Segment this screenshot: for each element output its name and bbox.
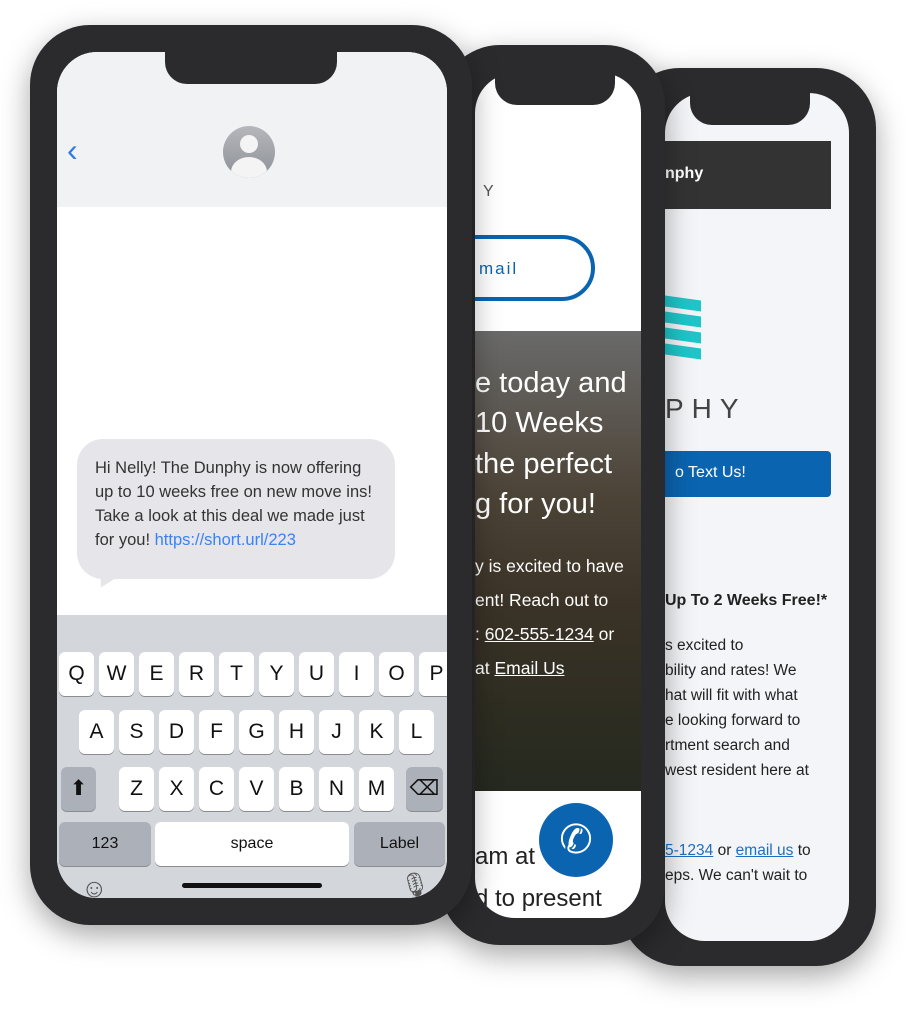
hero-banner: e today and 10 Weeks the perfect g for y… [475, 331, 641, 791]
dunphy-logo-icon [665, 295, 701, 362]
body-line: ent! Reach out to [475, 590, 609, 610]
key[interactable]: P [419, 652, 447, 696]
keyboard: ⬆ ⌫ 123 space Label ☺ 🎙 QWERTYUIOP ASDFGH… [57, 615, 447, 898]
key[interactable]: O [379, 652, 414, 696]
middle-phone: Y mail e today and 10 Weeks the perfect … [440, 45, 665, 945]
microphone-icon[interactable]: 🎙 [400, 871, 430, 898]
notch [165, 52, 337, 84]
hero-line: e today and [475, 367, 627, 399]
body-line: hat will fit with what [665, 687, 798, 704]
key[interactable]: W [99, 652, 134, 696]
middle-phone-screen: Y mail e today and 10 Weeks the perfect … [475, 73, 641, 918]
text: : [475, 624, 485, 644]
key[interactable]: F [199, 710, 234, 754]
key[interactable]: E [139, 652, 174, 696]
body-line: s excited to [665, 637, 744, 654]
email-link[interactable]: Email Us [494, 658, 564, 678]
space-key[interactable]: space [155, 822, 349, 866]
key[interactable]: D [159, 710, 194, 754]
text-us-button[interactable]: o Text Us! [665, 451, 831, 497]
emoji-icon[interactable]: ☺ [81, 873, 108, 898]
key[interactable]: A [79, 710, 114, 754]
key[interactable]: H [279, 710, 314, 754]
key[interactable]: Y [259, 652, 294, 696]
key[interactable]: T [219, 652, 254, 696]
key[interactable]: G [239, 710, 274, 754]
key[interactable]: J [319, 710, 354, 754]
contact-avatar-icon[interactable] [223, 126, 275, 178]
message-link[interactable]: https://short.url/223 [155, 531, 296, 549]
email-link[interactable]: email us [736, 842, 794, 859]
key[interactable]: M [359, 767, 394, 811]
message-bubble: Hi Nelly! The Dunphy is now offering up … [77, 439, 395, 579]
front-phone: ‹ Hi Nelly! The Dunphy is now offering u… [30, 25, 472, 925]
text: or [593, 624, 615, 644]
email-header-bar: nphy [665, 141, 831, 209]
back-phone-screen: nphy PHY o Text Us! Up To 2 Weeks Free!*… [665, 93, 849, 941]
body-line: y is excited to have [475, 556, 624, 576]
key[interactable]: R [179, 652, 214, 696]
logo-text: PHY [665, 393, 747, 424]
key[interactable]: Q [59, 652, 94, 696]
key[interactable]: C [199, 767, 234, 811]
key[interactable]: U [299, 652, 334, 696]
body-line: e looking forward to [665, 712, 801, 729]
email-line: at Email Us [475, 651, 564, 685]
notch [495, 73, 615, 105]
numbers-key[interactable]: 123 [59, 822, 151, 866]
key[interactable]: V [239, 767, 274, 811]
logo-text: Y [483, 183, 498, 200]
text: at [475, 658, 495, 678]
hero-line: the perfect [475, 448, 613, 480]
back-chevron-icon[interactable]: ‹ [67, 132, 78, 169]
text: or [713, 842, 736, 859]
messages-screen: ‹ Hi Nelly! The Dunphy is now offering u… [57, 52, 447, 898]
body-line: d to present [475, 885, 602, 912]
phone-line: : 602-555-1234 or [475, 617, 614, 651]
key[interactable]: S [119, 710, 154, 754]
backspace-key[interactable]: ⌫ [406, 767, 443, 811]
hero-line: 10 Weeks [475, 407, 604, 439]
body-line: rtment search and [665, 737, 790, 754]
hero-line: g for you! [475, 488, 596, 520]
body-line: eps. We can't wait to [665, 867, 808, 884]
contact-line: 5-1234 or email us to [665, 838, 811, 863]
offer-headline: Up To 2 Weeks Free!* [665, 592, 828, 609]
home-indicator [182, 883, 322, 888]
signoff: st, [665, 927, 682, 941]
body-line: am at [475, 843, 536, 870]
text: to [793, 842, 811, 859]
key[interactable]: Z [119, 767, 154, 811]
phone-icon[interactable]: ✆ [539, 803, 613, 877]
key[interactable]: X [159, 767, 194, 811]
key[interactable]: B [279, 767, 314, 811]
key[interactable]: L [399, 710, 434, 754]
key[interactable]: K [359, 710, 394, 754]
key[interactable]: N [319, 767, 354, 811]
phone-link[interactable]: 602-555-1234 [485, 624, 594, 644]
body-line: west resident here at [665, 762, 809, 779]
notch [690, 93, 810, 125]
return-key[interactable]: Label [354, 822, 445, 866]
body-line: bility and rates! We [665, 662, 797, 679]
email-button[interactable]: mail [475, 235, 595, 301]
key[interactable]: I [339, 652, 374, 696]
phone-link[interactable]: 5-1234 [665, 842, 713, 859]
shift-key[interactable]: ⬆ [61, 767, 96, 811]
